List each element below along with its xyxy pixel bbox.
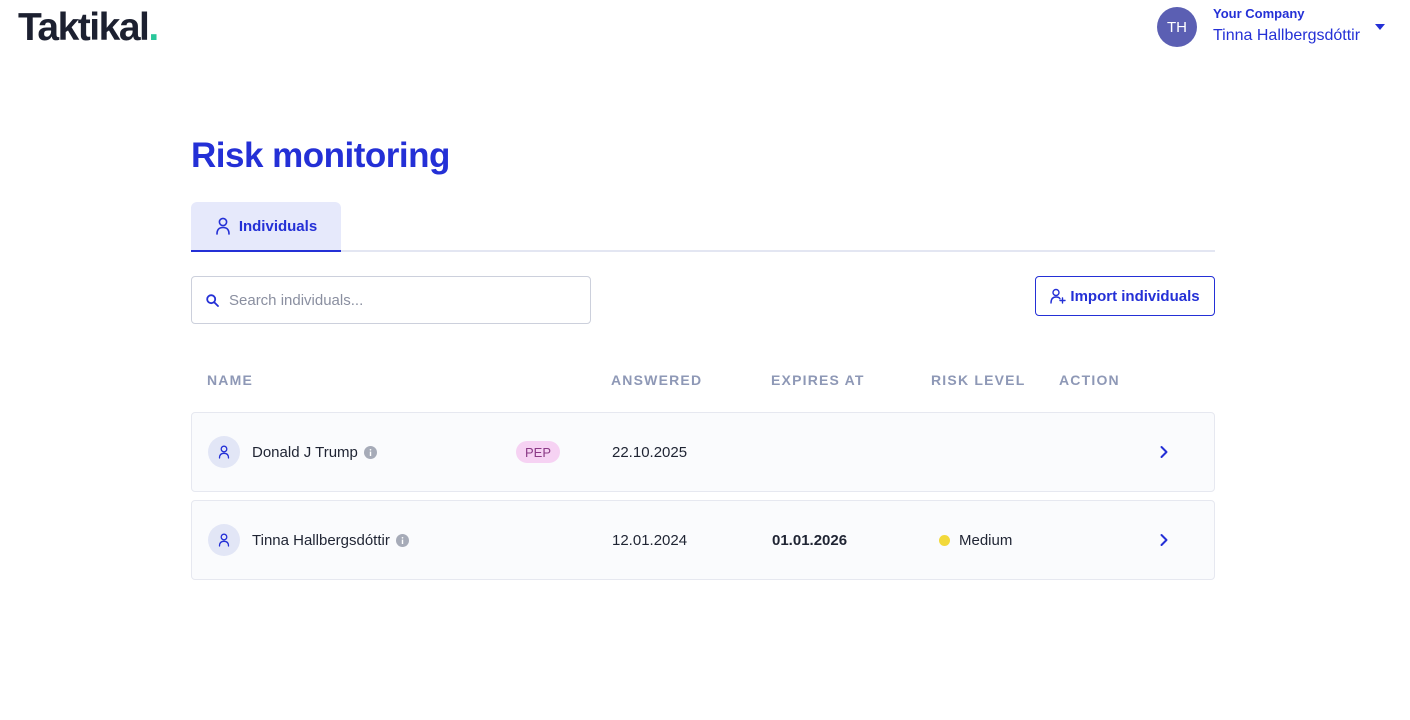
pep-badge: PEP — [516, 441, 561, 463]
user-name: Tinna Hallbergsdóttir — [1213, 27, 1361, 44]
answered-cell: 12.01.2024 — [612, 531, 688, 549]
company-name: Your Company — [1213, 6, 1305, 21]
logo-dot: . — [148, 6, 159, 49]
search-icon — [206, 293, 219, 307]
table-row[interactable]: Tinna Hallbergsdóttir 12.01.2024 01.01.2… — [191, 500, 1215, 580]
search-box — [191, 276, 591, 324]
avatar: TH — [1157, 7, 1197, 47]
add-person-icon — [1050, 288, 1067, 304]
info-icon[interactable] — [395, 533, 409, 547]
person-icon — [208, 436, 240, 468]
taktikal-logo[interactable]: Taktikal. — [18, 6, 159, 50]
logo-text: Taktikal — [18, 6, 150, 49]
tab-individuals[interactable]: Individuals — [191, 202, 341, 252]
name-cell: Tinna Hallbergsdóttir — [252, 501, 409, 579]
user-menu[interactable]: TH Your Company Tinna Hallbergsdóttir — [1157, 6, 1385, 48]
info-icon[interactable] — [363, 445, 377, 459]
expires-at-cell: 01.01.2026 — [772, 531, 848, 549]
search-input[interactable] — [229, 291, 569, 309]
individual-name: Donald J Trump — [252, 443, 358, 461]
import-individuals-button[interactable]: Import individuals — [1035, 276, 1215, 316]
table-row[interactable]: Donald J Trump PEP 22.10.2025 — [191, 412, 1215, 492]
answered-cell: 22.10.2025 — [612, 443, 688, 461]
risk-level-cell: Medium — [939, 501, 1012, 579]
import-button-label: Import individuals — [1070, 287, 1200, 305]
person-icon — [216, 217, 230, 235]
person-icon — [208, 524, 240, 556]
tab-label: Individuals — [238, 217, 318, 235]
risk-level-label: Medium — [959, 531, 1013, 549]
name-cell: Donald J Trump — [252, 413, 377, 491]
tab-bar: Individuals — [191, 202, 1215, 252]
individual-name: Tinna Hallbergsdóttir — [252, 531, 390, 549]
page-title: Risk monitoring — [191, 136, 450, 175]
column-header-answered: ANSWERED — [611, 372, 703, 388]
column-header-expires-at: EXPIRES AT — [771, 372, 865, 388]
risk-medium-dot-icon — [939, 534, 950, 546]
chevron-right-icon[interactable] — [1159, 532, 1169, 548]
user-info: Your Company Tinna Hallbergsdóttir — [1213, 6, 1360, 48]
caret-down-icon[interactable] — [1374, 23, 1386, 31]
chevron-right-icon[interactable] — [1159, 444, 1169, 460]
column-header-action: ACTION — [1059, 372, 1120, 388]
column-header-risk-level: RISK LEVEL — [931, 372, 1026, 388]
column-header-name: NAME — [207, 372, 254, 388]
